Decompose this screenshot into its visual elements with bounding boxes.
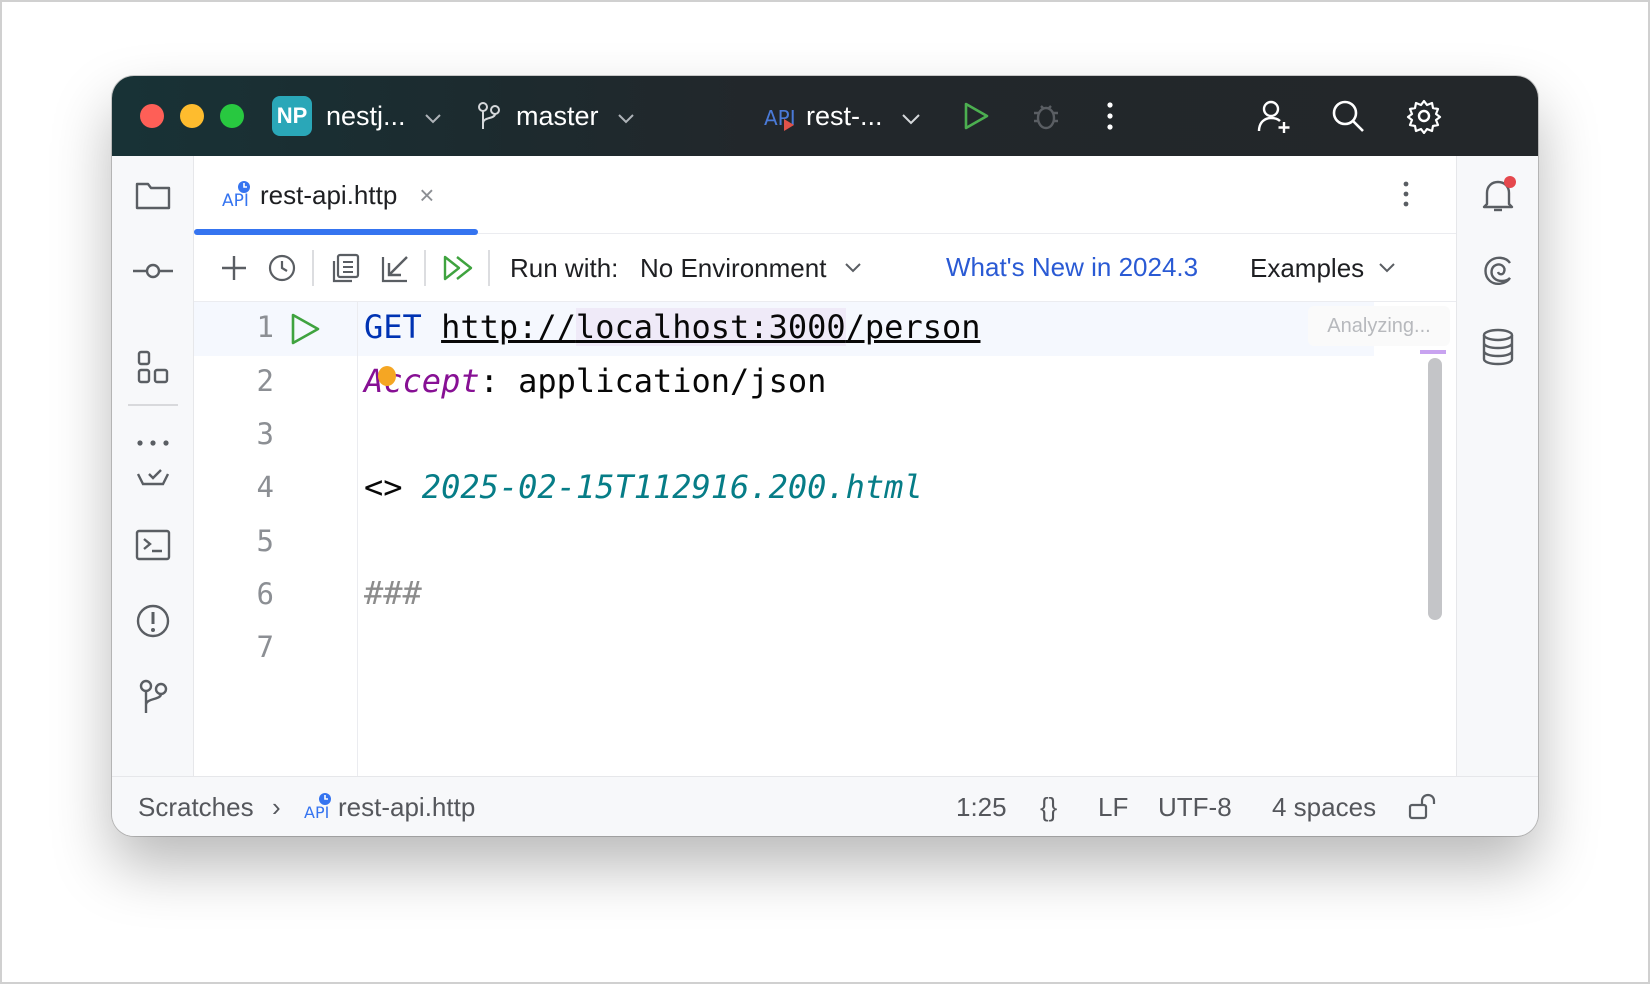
http-file-icon: API [304, 792, 332, 822]
history-icon[interactable] [262, 248, 302, 288]
convert-icon[interactable] [326, 248, 366, 288]
chevron-down-icon [901, 101, 921, 132]
line-number: 5 [256, 524, 274, 558]
services-icon[interactable] [132, 456, 174, 498]
structure-icon[interactable] [132, 346, 174, 388]
request-separator-comment: ### [364, 574, 422, 612]
code-line-2: Accept: application/json [364, 362, 826, 400]
run-with-label: Run with: [510, 252, 619, 283]
svg-text:API: API [304, 803, 329, 822]
ai-assistant-icon[interactable] [1477, 250, 1519, 292]
gear-icon[interactable] [1404, 96, 1444, 136]
import-icon[interactable] [376, 248, 416, 288]
editor-area: API rest-api.http × Run with: No Environ… [194, 156, 1456, 776]
whats-new-link[interactable]: What's New in 2024.3 [946, 234, 1198, 300]
vertical-scrollbar[interactable] [1428, 358, 1442, 620]
file-encoding[interactable]: UTF-8 [1158, 777, 1232, 836]
run-all-icon[interactable] [438, 248, 478, 288]
run-config-name: rest-... [806, 100, 883, 131]
chevron-down-icon [617, 101, 635, 132]
notifications-icon[interactable] [1477, 174, 1519, 216]
add-request-icon[interactable] [214, 248, 254, 288]
tool-separator [128, 404, 178, 406]
run-request-icon[interactable] [288, 312, 322, 351]
tab-label: rest-api.http [260, 179, 398, 210]
ide-window: NP nestj... master API rest-... API rest… [112, 76, 1538, 836]
line-number: 7 [256, 630, 274, 664]
chevron-down-icon [424, 101, 442, 132]
response-file-link[interactable]: 2025-02-15T112916.200.html [422, 468, 923, 506]
toolbar-separator [424, 250, 426, 286]
close-tab-icon[interactable]: × [419, 180, 434, 211]
zoom-window-button[interactable] [220, 104, 244, 128]
more-icon[interactable] [1090, 96, 1130, 136]
breadcrumb-file-label: rest-api.http [338, 791, 476, 822]
breadcrumb-separator: › [272, 791, 281, 822]
http-method: GET [364, 308, 422, 346]
run-icon[interactable] [956, 96, 996, 136]
response-ref-prefix: <> [364, 468, 422, 506]
problems-icon[interactable] [132, 600, 174, 642]
request-url-path[interactable]: /person [846, 308, 981, 346]
title-bar: NP nestj... master API rest-... [112, 76, 1538, 156]
examples-label: Examples [1250, 252, 1365, 283]
toolbar-separator [488, 250, 490, 286]
tab-more-icon[interactable] [1386, 174, 1426, 214]
right-tool-strip [1456, 156, 1538, 776]
scroll-marker [1420, 350, 1446, 354]
tab-rest-api-http[interactable]: API rest-api.http × [194, 156, 478, 235]
folder-icon[interactable] [132, 174, 174, 216]
breadcrumb-root[interactable]: Scratches [138, 777, 254, 836]
debug-icon[interactable] [1026, 96, 1066, 136]
line-number: 3 [256, 417, 274, 451]
json-format-icon[interactable]: {} [1040, 777, 1057, 836]
code-editor[interactable]: 1 2 3 4 5 6 7 GET http://localhost:3000/… [194, 302, 1456, 776]
caret-position[interactable]: 1:25 [956, 777, 1007, 836]
commit-icon[interactable] [132, 250, 174, 292]
branch-selector[interactable]: master [476, 76, 635, 156]
line-number: 1 [256, 310, 274, 344]
status-bar: Scratches › API rest-api.http 1:25 {} LF… [112, 776, 1538, 836]
header-value: : application/json [479, 362, 827, 400]
environment-value: No Environment [640, 252, 827, 283]
api-icon: API [764, 101, 796, 131]
code-line-1: GET http://localhost:3000/person [364, 308, 981, 346]
line-number: 2 [256, 364, 274, 398]
project-selector[interactable]: NP nestj... [272, 76, 442, 156]
close-window-button[interactable] [140, 104, 164, 128]
http-file-icon: API [222, 180, 252, 211]
intention-bulb-icon[interactable] [378, 366, 396, 386]
request-url-scheme[interactable]: http:// [441, 308, 576, 346]
examples-dropdown[interactable]: Examples [1250, 234, 1396, 302]
branch-icon [476, 101, 502, 131]
line-number: 6 [256, 577, 274, 611]
chevron-down-icon [1378, 262, 1396, 274]
project-name: nestj... [326, 100, 406, 131]
line-ending[interactable]: LF [1098, 777, 1128, 836]
add-user-icon[interactable] [1254, 96, 1294, 136]
line-number: 4 [256, 470, 274, 504]
breadcrumb-file[interactable]: API rest-api.http [304, 777, 475, 836]
database-icon[interactable] [1477, 326, 1519, 368]
chevron-down-icon [844, 262, 862, 274]
environment-selector[interactable]: No Environment [640, 234, 862, 302]
search-icon[interactable] [1328, 96, 1368, 136]
indent-setting[interactable]: 4 spaces [1272, 777, 1376, 836]
code-line-4: <> 2025-02-15T112916.200.html [364, 468, 923, 506]
request-url-host[interactable]: localhost:3000 [575, 308, 846, 346]
editor-tab-bar: API rest-api.http × [194, 156, 1456, 235]
svg-text:API: API [222, 191, 249, 210]
unlock-icon[interactable] [1408, 777, 1436, 836]
minimize-window-button[interactable] [180, 104, 204, 128]
left-tool-strip [112, 156, 194, 776]
http-toolbar: Run with: No Environment What's New in 2… [194, 234, 1456, 302]
branch-name: master [516, 100, 599, 131]
analyzing-indicator: Analyzing... [1308, 306, 1450, 346]
project-badge: NP [272, 96, 312, 136]
toolbar-separator [312, 250, 314, 286]
git-icon[interactable] [132, 676, 174, 718]
run-config-selector[interactable]: API rest-... [764, 76, 921, 156]
terminal-icon[interactable] [132, 524, 174, 566]
